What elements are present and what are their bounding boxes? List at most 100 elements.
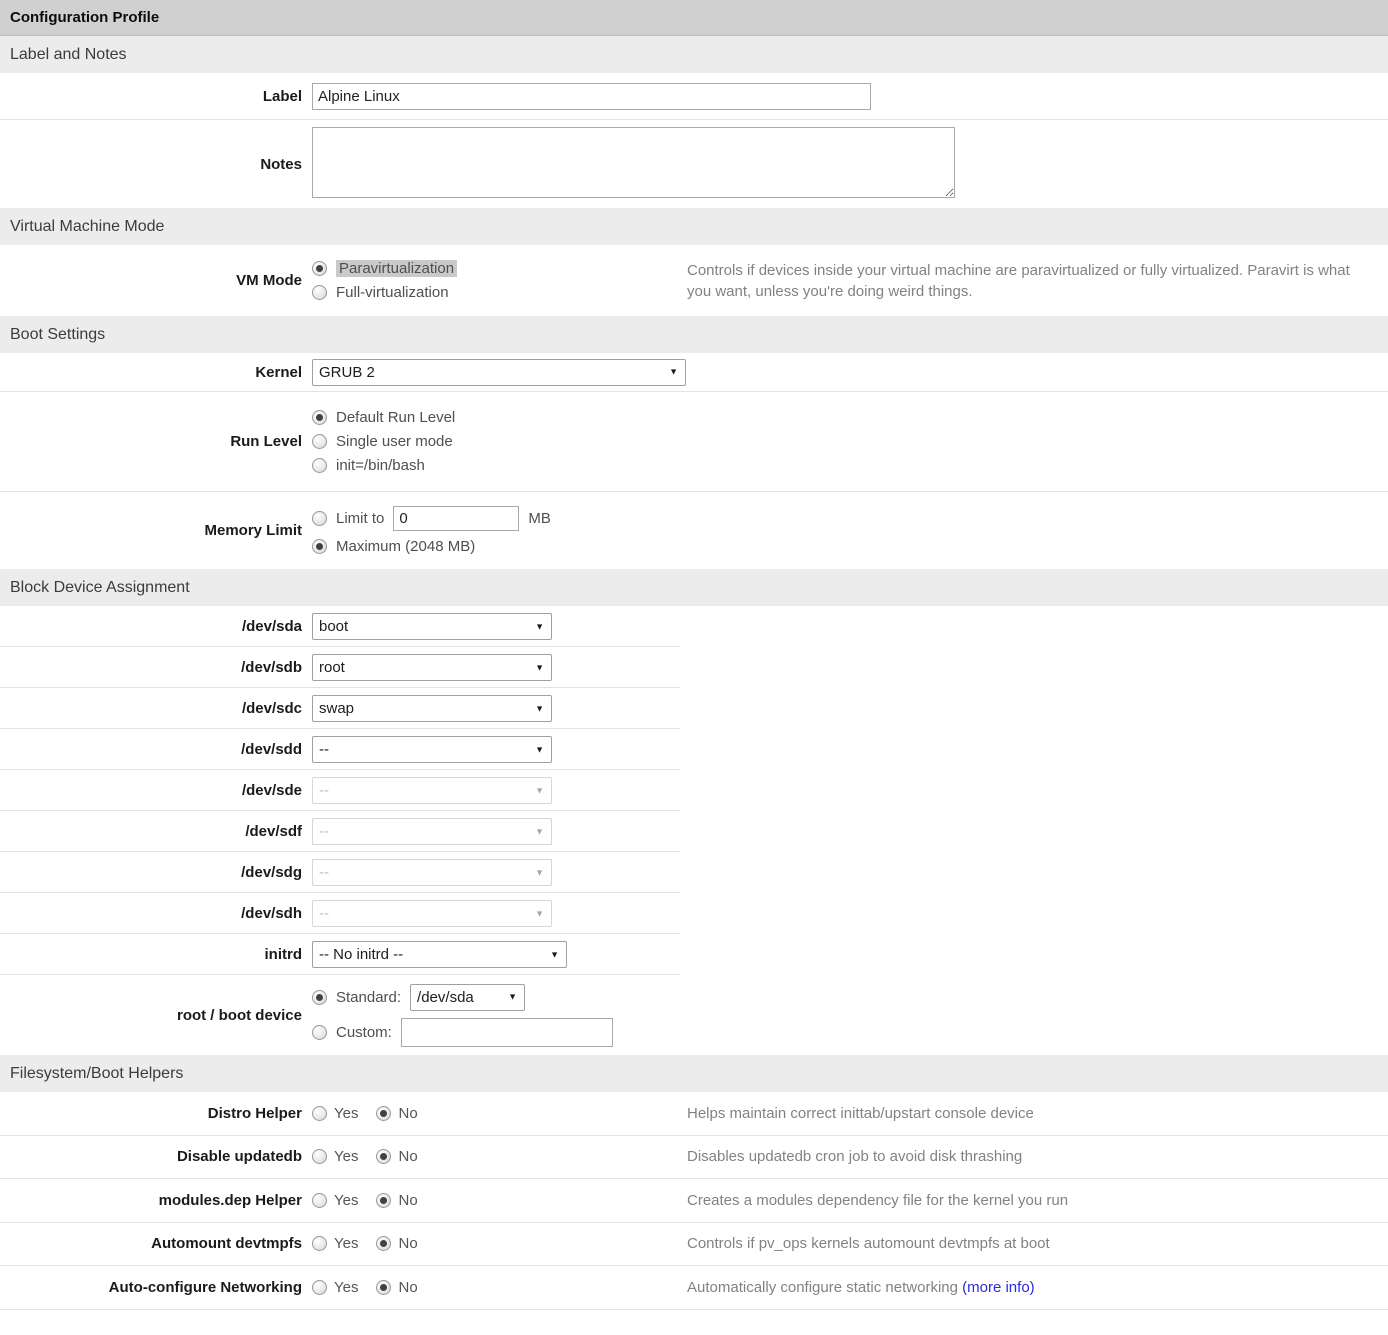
disable-updatedb-help-text: Disables updatedb cron job to avoid disk… (678, 1146, 1388, 1167)
field-label-auto-configure-networking: Auto-configure Networking (0, 1279, 302, 1296)
kernel-row: Kernel GRUB 2 ▼ (0, 353, 1388, 392)
dev-sdh-row: /dev/sdh -- ▼ (0, 893, 1388, 934)
notes-textarea[interactable] (312, 127, 955, 198)
dev-sdd-row: /dev/sdd -- ▼ (0, 729, 1388, 770)
dev-sdf-row: /dev/sdf -- ▼ (0, 811, 1388, 852)
field-label-modules-dep-helper: modules.dep Helper (0, 1192, 302, 1209)
root-boot-standard-radio[interactable] (312, 990, 327, 1005)
field-label-dev-sdf: /dev/sdf (0, 823, 302, 840)
vm-mode-fullvirt-label: Full-virtualization (336, 284, 449, 301)
field-label-dev-sdc: /dev/sdc (0, 700, 302, 717)
dev-sdb-select[interactable]: root (312, 654, 552, 681)
yes-label: Yes (334, 1148, 358, 1165)
memory-limit-input[interactable] (393, 506, 519, 531)
field-label-memory-limit: Memory Limit (0, 522, 302, 539)
label-row: Label (0, 73, 1388, 120)
section-header-virtual-machine-mode: Virtual Machine Mode (0, 208, 1388, 245)
root-boot-custom-radio[interactable] (312, 1025, 327, 1040)
initrd-select[interactable]: -- No initrd -- (312, 941, 567, 968)
field-label-kernel: Kernel (0, 364, 302, 381)
more-info-link[interactable]: (more info) (962, 1279, 1035, 1296)
yes-label: Yes (334, 1235, 358, 1252)
section-title: Filesystem/Boot Helpers (10, 1065, 183, 1083)
field-label-automount-devtmpfs: Automount devtmpfs (0, 1235, 302, 1252)
field-label-dev-sde: /dev/sde (0, 782, 302, 799)
run-level-default-radio[interactable] (312, 410, 327, 425)
no-label: No (398, 1105, 417, 1122)
vm-mode-paravirt-label: Paravirtualization (336, 260, 457, 277)
vm-mode-fullvirt-radio[interactable] (312, 285, 327, 300)
field-label-disable-updatedb: Disable updatedb (0, 1148, 302, 1165)
modules-dep-help-text: Creates a modules dependency file for th… (678, 1190, 1388, 1211)
memory-limit-maximum-radio[interactable] (312, 539, 327, 554)
distro-helper-no-radio[interactable] (376, 1106, 391, 1121)
field-label-dev-sdd: /dev/sdd (0, 741, 302, 758)
no-label: No (398, 1148, 417, 1165)
dev-sdg-row: /dev/sdg -- ▼ (0, 852, 1388, 893)
dev-sdc-select[interactable]: swap (312, 695, 552, 722)
page-header: Configuration Profile (0, 0, 1388, 36)
dev-sde-row: /dev/sde -- ▼ (0, 770, 1388, 811)
vm-mode-row: VM Mode Paravirtualization Full-virtuali… (0, 245, 1388, 316)
memory-limit-row: Memory Limit Limit to MB Maximum (2048 M… (0, 492, 1388, 569)
dev-sde-select: -- (312, 777, 552, 804)
distro-helper-yes-radio[interactable] (312, 1106, 327, 1121)
field-label-root-boot-device: root / boot device (0, 1007, 302, 1024)
no-label: No (398, 1235, 417, 1252)
field-label-run-level: Run Level (0, 433, 302, 450)
section-header-boot-settings: Boot Settings (0, 316, 1388, 353)
dev-sdc-row: /dev/sdc swap ▼ (0, 688, 1388, 729)
custom-device-input[interactable] (401, 1018, 613, 1047)
field-label-dev-sda: /dev/sda (0, 618, 302, 635)
run-level-init-bash-radio[interactable] (312, 458, 327, 473)
disable-updatedb-no-radio[interactable] (376, 1149, 391, 1164)
field-label-label: Label (0, 88, 302, 105)
initrd-row: initrd -- No initrd -- ▼ (0, 934, 1388, 975)
section-header-block-device-assignment: Block Device Assignment (0, 569, 1388, 606)
bottom-spacer (0, 1310, 1388, 1328)
auto-configure-networking-yes-radio[interactable] (312, 1280, 327, 1295)
field-label-initrd: initrd (0, 946, 302, 963)
run-level-default-label: Default Run Level (336, 409, 455, 426)
field-label-vm-mode: VM Mode (0, 272, 302, 289)
dev-sda-row: /dev/sda boot ▼ (0, 606, 1388, 647)
modules-dep-no-radio[interactable] (376, 1193, 391, 1208)
automount-devtmpfs-no-radio[interactable] (376, 1236, 391, 1251)
dev-sda-select[interactable]: boot (312, 613, 552, 640)
disable-updatedb-yes-radio[interactable] (312, 1149, 327, 1164)
auto-configure-networking-no-radio[interactable] (376, 1280, 391, 1295)
dev-sdh-select: -- (312, 900, 552, 927)
dev-sdb-row: /dev/sdb root ▼ (0, 647, 1388, 688)
disable-updatedb-row: Disable updatedb Yes No Disables updated… (0, 1136, 1388, 1180)
yes-label: Yes (334, 1192, 358, 1209)
page-title: Configuration Profile (10, 9, 159, 26)
section-title: Block Device Assignment (10, 579, 190, 597)
field-label-dev-sdg: /dev/sdg (0, 864, 302, 881)
automount-devtmpfs-yes-radio[interactable] (312, 1236, 327, 1251)
auto-configure-networking-row: Auto-configure Networking Yes No Automat… (0, 1266, 1388, 1310)
no-label: No (398, 1192, 417, 1209)
run-level-row: Run Level Default Run Level Single user … (0, 392, 1388, 492)
run-level-single-user-radio[interactable] (312, 434, 327, 449)
dev-sdg-select: -- (312, 859, 552, 886)
section-title: Virtual Machine Mode (10, 218, 164, 236)
automount-devtmpfs-help-text: Controls if pv_ops kernels automount dev… (678, 1233, 1388, 1254)
field-label-dev-sdh: /dev/sdh (0, 905, 302, 922)
kernel-select[interactable]: GRUB 2 (312, 359, 686, 386)
field-label-dev-sdb: /dev/sdb (0, 659, 302, 676)
distro-helper-help-text: Helps maintain correct inittab/upstart c… (678, 1103, 1388, 1124)
label-input[interactable] (312, 83, 871, 110)
auto-configure-networking-help: Automatically configure static networkin… (687, 1279, 958, 1296)
section-title: Label and Notes (10, 46, 127, 64)
field-label-distro-helper: Distro Helper (0, 1105, 302, 1122)
auto-configure-networking-help-text: Automatically configure static networkin… (678, 1277, 1388, 1298)
distro-helper-row: Distro Helper Yes No Helps maintain corr… (0, 1092, 1388, 1136)
memory-limit-to-radio[interactable] (312, 511, 327, 526)
memory-limit-maximum-label: Maximum (2048 MB) (336, 538, 475, 555)
standard-device-select[interactable]: /dev/sda (410, 984, 525, 1011)
modules-dep-yes-radio[interactable] (312, 1193, 327, 1208)
dev-sdd-select[interactable]: -- (312, 736, 552, 763)
vm-mode-paravirt-radio[interactable] (312, 261, 327, 276)
modules-dep-helper-row: modules.dep Helper Yes No Creates a modu… (0, 1179, 1388, 1223)
section-header-filesystem-boot-helpers: Filesystem/Boot Helpers (0, 1055, 1388, 1092)
